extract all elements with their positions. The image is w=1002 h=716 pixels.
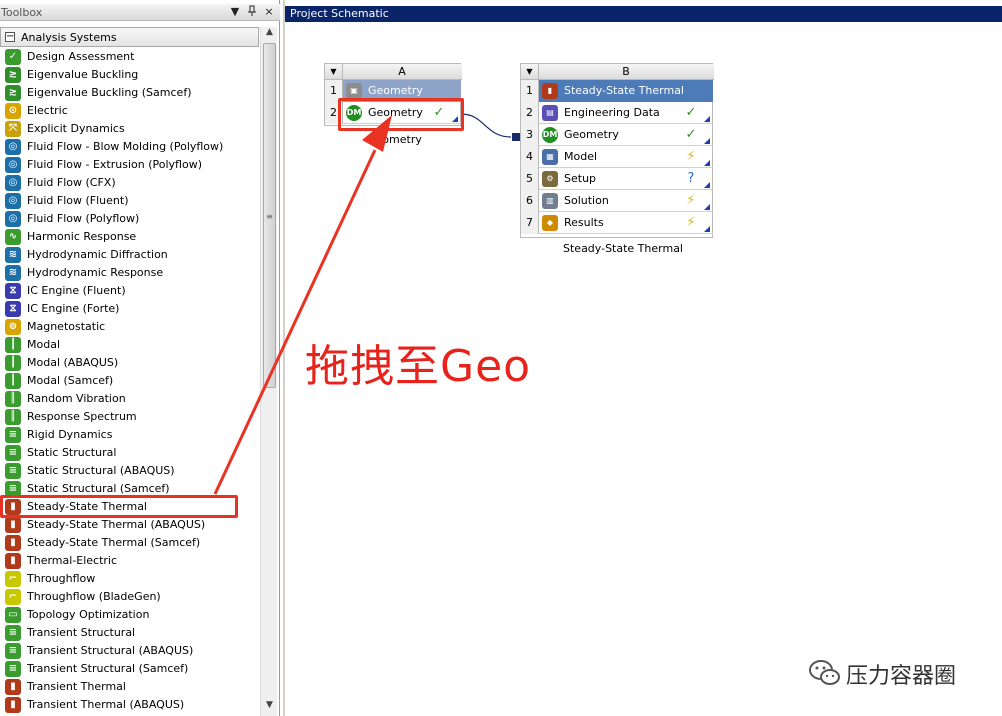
watermark-text: 压力容器圈	[846, 664, 957, 689]
watermark: 压力容器圈	[808, 656, 978, 690]
wechat-logo-icon	[809, 660, 840, 685]
annotation-text: 拖拽至Geo	[305, 341, 532, 392]
